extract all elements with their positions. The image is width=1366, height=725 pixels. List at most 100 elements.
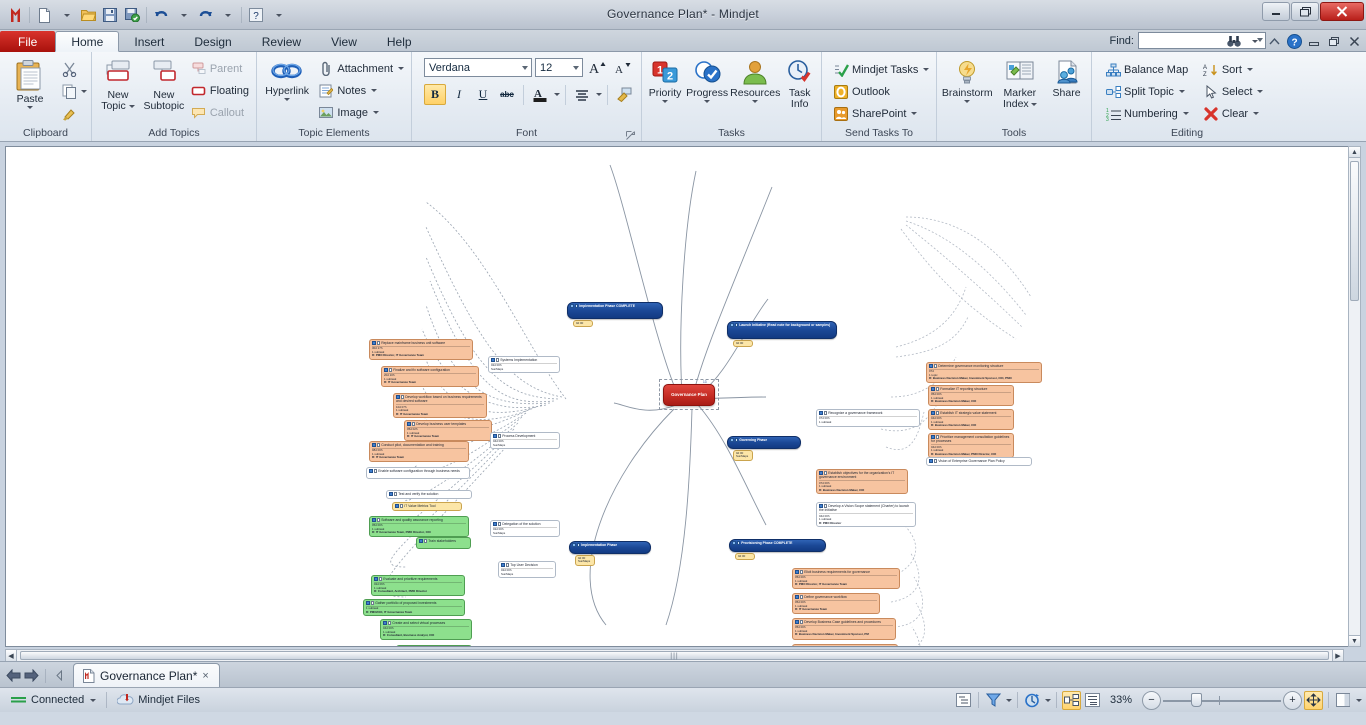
font-family-combo[interactable]: Verdana bbox=[424, 58, 532, 77]
map-topic-node[interactable]: Develop a Vision Scope statement (Charte… bbox=[816, 502, 916, 528]
parent-button[interactable]: Parent bbox=[188, 58, 252, 79]
progress-dropdown-icon[interactable] bbox=[704, 100, 711, 103]
zoom-out-button[interactable]: − bbox=[1142, 690, 1161, 710]
help-round-icon[interactable]: ? bbox=[1286, 33, 1302, 49]
map-phase-node[interactable]: Provisioning Phase COMPLETE bbox=[729, 539, 826, 552]
numbering-button[interactable]: 123 Numbering bbox=[1102, 103, 1192, 124]
close-button[interactable] bbox=[1320, 2, 1364, 21]
priority-dropdown-icon[interactable] bbox=[662, 100, 669, 103]
font-dialog-launcher[interactable] bbox=[626, 131, 635, 140]
resources-dropdown-icon[interactable] bbox=[752, 100, 759, 103]
select-dropdown-icon[interactable] bbox=[1257, 90, 1264, 93]
outlook-button[interactable]: Outlook bbox=[830, 81, 893, 102]
tab-review[interactable]: Review bbox=[247, 31, 316, 52]
map-phase-node[interactable]: Implementation Phase bbox=[569, 541, 651, 554]
map-topic-node[interactable]: Develop workflow based on business requi… bbox=[393, 393, 487, 419]
filter-dropdown-icon[interactable] bbox=[1005, 698, 1012, 702]
sharepoint-button[interactable]: SharePoint bbox=[830, 103, 920, 124]
topic-checkbox-icon[interactable] bbox=[505, 563, 510, 567]
map-topic-node[interactable]: Create and select virtual processes 04d 0… bbox=[380, 619, 472, 640]
marker-index-dropdown-icon[interactable] bbox=[1030, 102, 1037, 106]
clear-button[interactable]: Clear bbox=[1200, 103, 1267, 124]
outline-mode-button[interactable] bbox=[1083, 691, 1102, 710]
document-tab-governance-plan[interactable]: Governance Plan* × bbox=[73, 663, 220, 687]
marker-index-button[interactable]: Marker Index bbox=[996, 57, 1045, 110]
map-topic-node[interactable]: Enable software configuration through bu… bbox=[366, 467, 470, 479]
share-button[interactable]: Share bbox=[1046, 57, 1087, 99]
cut-button[interactable] bbox=[58, 59, 80, 80]
format-painter-button[interactable] bbox=[58, 103, 80, 124]
topic-checkbox-icon[interactable] bbox=[373, 469, 378, 473]
map-topic-node[interactable]: Prioritize management consultation guide… bbox=[928, 433, 1014, 459]
map-canvas[interactable]: Governance Plan 13 0d 00 Implementation P… bbox=[5, 146, 1361, 647]
numbering-dropdown-icon[interactable] bbox=[1182, 112, 1189, 115]
tab-design[interactable]: Design bbox=[179, 31, 246, 52]
topic-checkbox-icon[interactable] bbox=[823, 471, 828, 475]
topic-checkbox-icon[interactable] bbox=[933, 364, 938, 368]
map-topic-node[interactable]: Establish objectives for the organizatio… bbox=[816, 469, 908, 495]
connected-status[interactable]: Connected bbox=[4, 690, 103, 711]
topic-checkbox-icon[interactable] bbox=[399, 504, 404, 508]
new-topic-button[interactable]: New Topic bbox=[96, 57, 140, 112]
sharepoint-dropdown-icon[interactable] bbox=[911, 112, 918, 115]
sort-dropdown-icon[interactable] bbox=[1247, 68, 1253, 71]
topic-checkbox-icon[interactable] bbox=[800, 646, 804, 647]
horizontal-scroll-thumb[interactable]: ||| bbox=[20, 651, 1329, 660]
shrink-font-button[interactable]: A bbox=[611, 57, 633, 78]
priority-button[interactable]: 1 2 Priority bbox=[646, 57, 684, 103]
floating-button[interactable]: Floating bbox=[188, 80, 252, 101]
brainstorm-dropdown-icon[interactable] bbox=[964, 100, 971, 103]
image-dropdown-icon[interactable] bbox=[372, 111, 379, 114]
map-topic-node[interactable]: Recognize a governance framework 07d 00h 1… bbox=[816, 409, 920, 427]
outline-view-icon[interactable] bbox=[954, 691, 973, 710]
zoom-in-button[interactable]: + bbox=[1283, 690, 1302, 710]
topic-checkbox-icon[interactable] bbox=[495, 358, 500, 362]
hyperlink-dropdown-icon[interactable] bbox=[284, 98, 291, 101]
sort-button[interactable]: AZ Sort bbox=[1200, 59, 1267, 80]
font-color-button[interactable]: A bbox=[529, 84, 551, 105]
zoom-slider[interactable] bbox=[1163, 692, 1281, 708]
vertical-scroll-thumb[interactable] bbox=[1350, 161, 1359, 301]
clear-dropdown-icon[interactable] bbox=[1253, 112, 1260, 115]
binoculars-dropdown-icon[interactable] bbox=[1246, 33, 1262, 49]
progress-button[interactable]: Progress bbox=[686, 57, 728, 103]
doc-restore-icon[interactable] bbox=[1326, 33, 1342, 49]
topic-checkbox-icon[interactable] bbox=[823, 411, 828, 415]
topic-checkbox-icon[interactable] bbox=[823, 504, 828, 508]
map-topic-node[interactable]: Vision of Enterprise Governance Plan Pol… bbox=[926, 457, 1032, 466]
doc-minimize-icon[interactable] bbox=[1306, 33, 1322, 49]
topic-checkbox-icon[interactable] bbox=[799, 570, 804, 574]
map-phase-node[interactable]: Implementation Phase COMPLETE bbox=[567, 302, 663, 319]
italic-button[interactable]: I bbox=[448, 84, 470, 105]
map-view-button[interactable] bbox=[1061, 690, 1081, 710]
paste-dropdown-icon[interactable] bbox=[27, 106, 33, 109]
zoom-slider-thumb[interactable] bbox=[1191, 693, 1202, 707]
forward-arrow-icon[interactable] bbox=[24, 668, 39, 683]
underline-button[interactable]: U bbox=[472, 84, 494, 105]
attachment-dropdown-icon[interactable] bbox=[398, 67, 404, 70]
tab-help[interactable]: Help bbox=[372, 31, 427, 52]
scroll-left-button[interactable]: ◀ bbox=[6, 650, 17, 661]
restore-button[interactable] bbox=[1291, 2, 1319, 21]
topic-checkbox-icon[interactable] bbox=[799, 595, 804, 599]
map-topic-node[interactable]: Develop monitoring and reporting require… bbox=[792, 644, 898, 647]
grow-font-button[interactable]: A bbox=[586, 57, 608, 78]
topic-checkbox-icon[interactable] bbox=[935, 411, 940, 415]
highlight-button[interactable] bbox=[613, 84, 635, 105]
task-pane-dropdown-icon[interactable] bbox=[1356, 698, 1362, 702]
doc-close-icon[interactable] bbox=[1346, 33, 1362, 49]
scroll-up-button[interactable]: ▲ bbox=[1349, 147, 1360, 158]
task-pane-icon[interactable] bbox=[1334, 691, 1353, 710]
map-topic-node[interactable]: Conduct pilot, documentation and trainin… bbox=[369, 441, 469, 462]
align-dropdown-icon[interactable] bbox=[596, 93, 602, 96]
connected-dropdown-icon[interactable] bbox=[90, 698, 97, 702]
hyperlink-button[interactable]: Hyperlink bbox=[261, 57, 313, 101]
tab-view[interactable]: View bbox=[316, 31, 372, 52]
strikethrough-button[interactable]: abc bbox=[496, 84, 518, 105]
topic-checkbox-icon[interactable] bbox=[411, 422, 416, 426]
attachment-button[interactable]: Attachment bbox=[315, 58, 407, 79]
map-topic-node[interactable]: Delegation of the solution 02d 00h SunMaps bbox=[490, 520, 560, 538]
topic-checkbox-icon[interactable] bbox=[423, 539, 428, 543]
map-topic-node[interactable]: Provide status reports03d 00h1 subtaskR:… bbox=[396, 645, 472, 646]
map-phase-node[interactable]: Governing Phase bbox=[727, 436, 801, 449]
